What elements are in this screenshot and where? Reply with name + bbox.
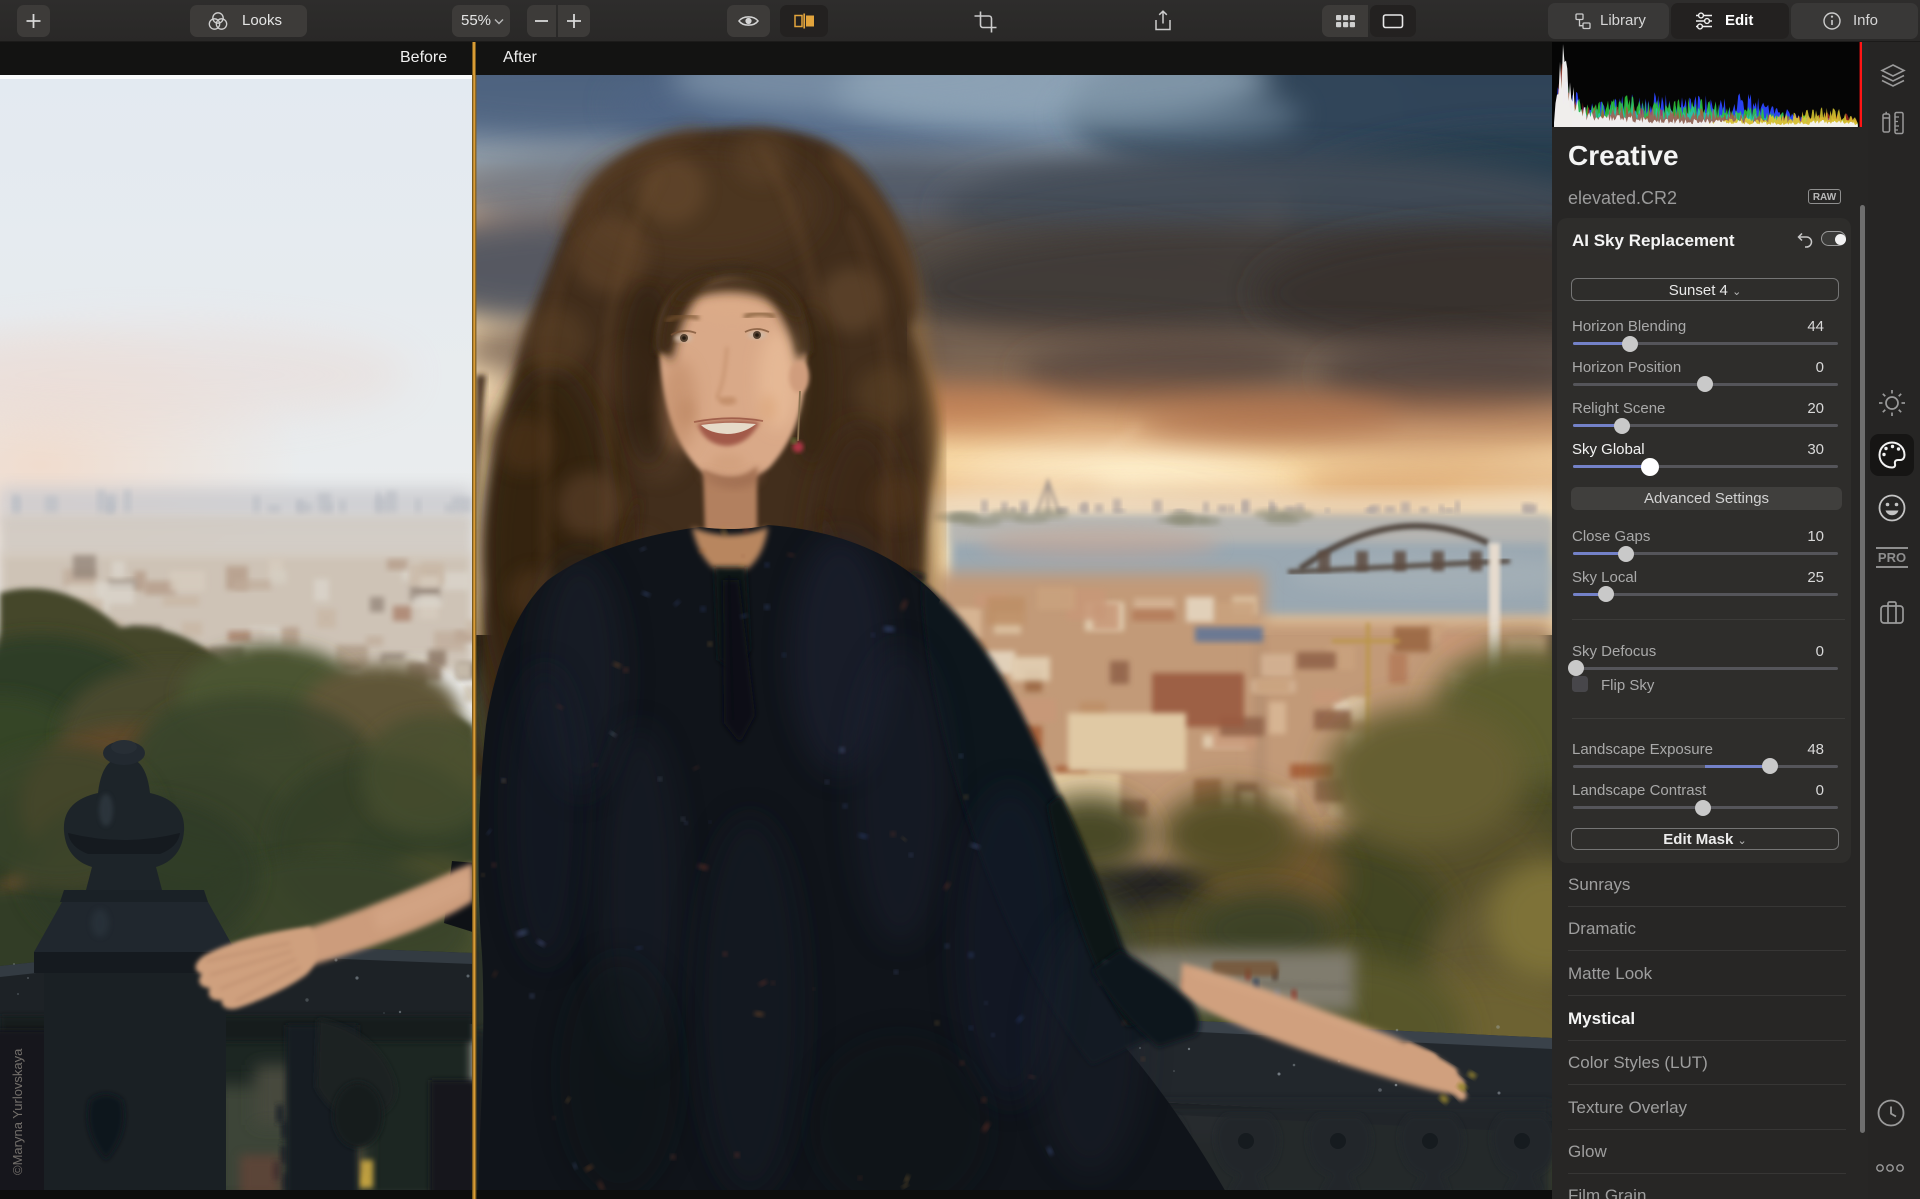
- svg-text:©Maryna Yurlovskaya: ©Maryna Yurlovskaya: [10, 1048, 25, 1175]
